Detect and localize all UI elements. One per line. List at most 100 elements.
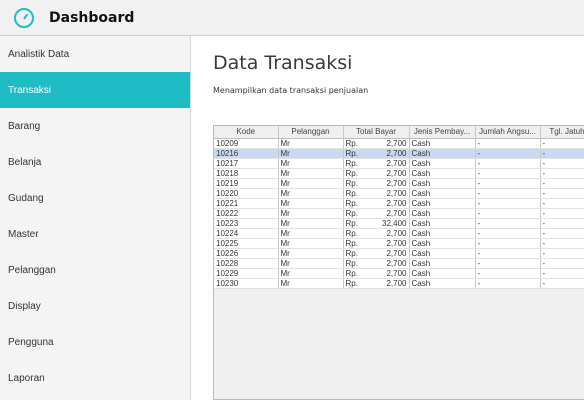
amount-value: 2,700 [386, 258, 407, 268]
cell-pelanggan: Mr [278, 228, 344, 239]
column-header-pelanggan[interactable]: Pelanggan [278, 126, 344, 139]
table-row[interactable]: 10222 Mr Rp. 2,700 Cash - - [214, 208, 584, 219]
total-bayar-value: Rp. 2,700 [346, 249, 407, 258]
cell-jumlah-angsuran: - [475, 188, 541, 199]
cell-total-bayar: Rp. 2,700 [343, 178, 410, 189]
currency-label: Rp. [345, 238, 358, 248]
table-row[interactable]: 10217 Mr Rp. 2,700 Cash - - [214, 158, 584, 169]
cell-jenis-pembayaran: Cash [409, 138, 476, 149]
cell-total-bayar: Rp. 2,700 [343, 268, 410, 279]
cell-kode: 10224 [214, 228, 279, 239]
cell-pelanggan: Mr [278, 168, 344, 179]
amount-value: 2,700 [386, 268, 407, 278]
table-row[interactable]: 10224 Mr Rp. 2,700 Cash - - [214, 228, 584, 239]
total-bayar-value: Rp. 2,700 [346, 189, 407, 198]
sidebar-item-barang[interactable]: Barang [0, 108, 190, 144]
total-bayar-value: Rp. 2,700 [346, 269, 407, 278]
cell-kode: 10222 [214, 208, 279, 219]
table-row[interactable]: 10218 Mr Rp. 2,700 Cash - - [214, 168, 584, 179]
cell-jenis-pembayaran: Cash [409, 178, 476, 189]
amount-value: 2,700 [386, 138, 407, 148]
cell-jumlah-angsuran: - [475, 238, 541, 249]
cell-jumlah-angsuran: - [475, 178, 541, 189]
table-row[interactable]: 10209 Mr Rp. 2,700 Cash - - [214, 138, 584, 149]
cell-pelanggan: Mr [278, 198, 344, 209]
cell-tgl-jatuh: - [540, 148, 584, 159]
sidebar-item-laporan[interactable]: Laporan [0, 360, 190, 396]
cell-jumlah-angsuran: - [475, 208, 541, 219]
sidebar-item-label: Transaksi [8, 84, 51, 96]
cell-total-bayar: Rp. 2,700 [343, 258, 410, 269]
cell-tgl-jatuh: - [540, 278, 584, 289]
total-bayar-value: Rp. 2,700 [346, 279, 407, 288]
column-header-kode[interactable]: Kode [214, 126, 279, 139]
column-header-jumlah-angsuran[interactable]: Jumlah Angsu... [475, 126, 541, 139]
cell-tgl-jatuh: - [540, 228, 584, 239]
sidebar-item-transaksi[interactable]: Transaksi [0, 72, 190, 108]
cell-tgl-jatuh: - [540, 268, 584, 279]
table-row[interactable]: 10230 Mr Rp. 2,700 Cash - - [214, 278, 584, 289]
cell-total-bayar: Rp. 2,700 [343, 208, 410, 219]
cell-jumlah-angsuran: - [475, 258, 541, 269]
currency-label: Rp. [345, 278, 358, 288]
amount-value: 2,700 [386, 188, 407, 198]
amount-value: 32,400 [382, 218, 407, 228]
column-header-jenis-pembayaran[interactable]: Jenis Pembay... [409, 126, 476, 139]
table-row[interactable]: 10216 Mr Rp. 2,700 Cash - - [214, 148, 584, 159]
cell-kode: 10230 [214, 278, 279, 289]
cell-pelanggan: Mr [278, 248, 344, 259]
total-bayar-value: Rp. 2,700 [346, 169, 407, 178]
table-row[interactable]: 10223 Mr Rp. 32,400 Cash - - [214, 218, 584, 229]
cell-kode: 10225 [214, 238, 279, 249]
currency-label: Rp. [345, 148, 358, 158]
cell-total-bayar: Rp. 2,700 [343, 198, 410, 209]
sidebar-item-master[interactable]: Master [0, 216, 190, 252]
cell-kode: 10218 [214, 168, 279, 179]
cell-pelanggan: Mr [278, 238, 344, 249]
sidebar-item-pelanggan[interactable]: Pelanggan [0, 252, 190, 288]
currency-label: Rp. [345, 178, 358, 188]
total-bayar-value: Rp. 2,700 [346, 149, 407, 158]
sidebar-item-analistik-data[interactable]: Analistik Data [0, 36, 190, 72]
total-bayar-value: Rp. 2,700 [346, 199, 407, 208]
sidebar-item-gudang[interactable]: Gudang [0, 180, 190, 216]
amount-value: 2,700 [386, 248, 407, 258]
cell-pelanggan: Mr [278, 148, 344, 159]
sidebar-item-pengguna[interactable]: Pengguna [0, 324, 190, 360]
cell-tgl-jatuh: - [540, 138, 584, 149]
cell-total-bayar: Rp. 2,700 [343, 228, 410, 239]
table-row[interactable]: 10225 Mr Rp. 2,700 Cash - - [214, 238, 584, 249]
table-row[interactable]: 10229 Mr Rp. 2,700 Cash - - [214, 268, 584, 279]
sidebar-item-belanja[interactable]: Belanja [0, 144, 190, 180]
cell-total-bayar: Rp. 2,700 [343, 248, 410, 259]
cell-jumlah-angsuran: - [475, 248, 541, 259]
sidebar-item-label: Pelanggan [8, 264, 56, 276]
cell-tgl-jatuh: - [540, 158, 584, 169]
sidebar-item-display[interactable]: Display [0, 288, 190, 324]
amount-value: 2,700 [386, 238, 407, 248]
currency-label: Rp. [345, 218, 358, 228]
cell-tgl-jatuh: - [540, 198, 584, 209]
cell-jenis-pembayaran: Cash [409, 238, 476, 249]
amount-value: 2,700 [386, 198, 407, 208]
table-row[interactable]: 10220 Mr Rp. 2,700 Cash - - [214, 188, 584, 199]
column-header-total-bayar[interactable]: Total Bayar [343, 126, 410, 139]
table-row[interactable]: 10228 Mr Rp. 2,700 Cash - - [214, 258, 584, 269]
table-row[interactable]: 10219 Mr Rp. 2,700 Cash - - [214, 178, 584, 189]
transactions-table[interactable]: Kode Pelanggan Total Bayar Jenis Pembay.… [213, 125, 584, 400]
cell-jenis-pembayaran: Cash [409, 268, 476, 279]
cell-pelanggan: Mr [278, 278, 344, 289]
main-content: Data Transaksi Menampilkan data transaks… [192, 36, 584, 400]
column-header-tgl-jatuh[interactable]: Tgl. Jatuh [540, 126, 584, 139]
amount-value: 2,700 [386, 168, 407, 178]
cell-jumlah-angsuran: - [475, 158, 541, 169]
cell-tgl-jatuh: - [540, 258, 584, 269]
amount-value: 2,700 [386, 158, 407, 168]
table-row[interactable]: 10226 Mr Rp. 2,700 Cash - - [214, 248, 584, 259]
cell-kode: 10217 [214, 158, 279, 169]
page-subtitle: Menampilkan data transaksi penjualan [213, 86, 369, 95]
table-row[interactable]: 10221 Mr Rp. 2,700 Cash - - [214, 198, 584, 209]
sidebar-item-label: Gudang [8, 192, 44, 204]
total-bayar-value: Rp. 2,700 [346, 209, 407, 218]
cell-total-bayar: Rp. 2,700 [343, 278, 410, 289]
